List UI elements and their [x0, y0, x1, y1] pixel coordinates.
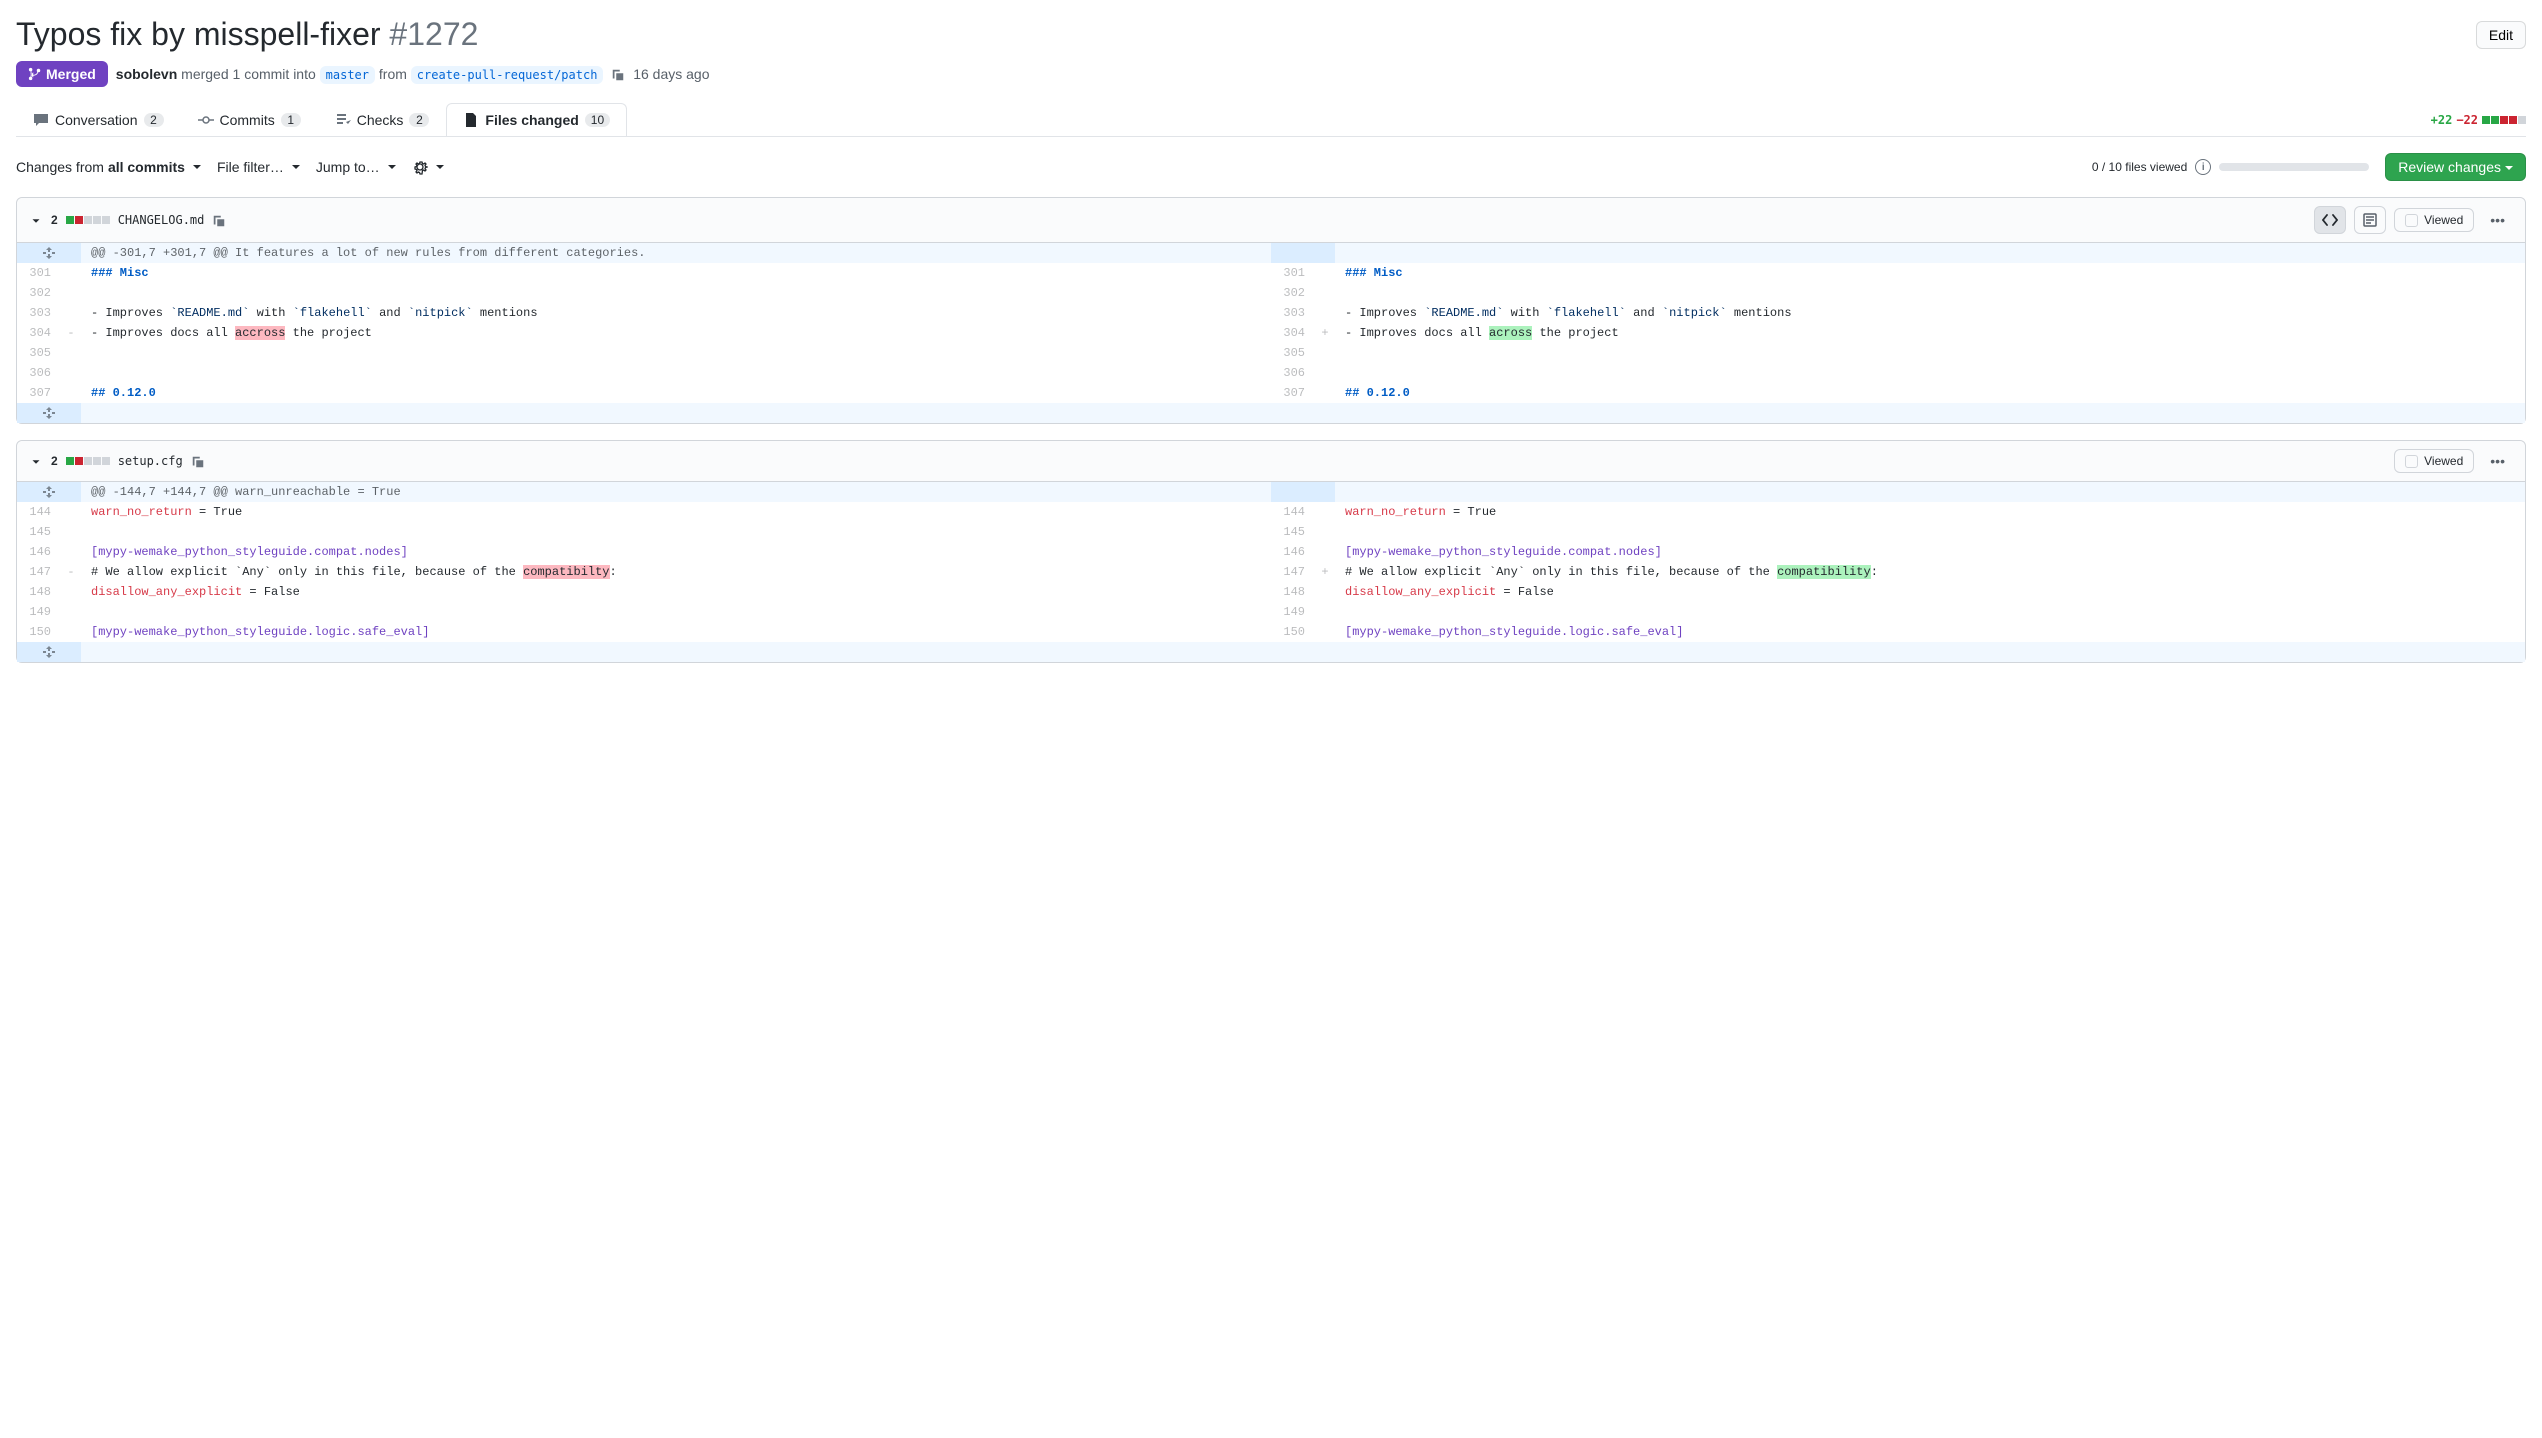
file-diff-count: 2 — [51, 454, 58, 468]
source-view-button[interactable] — [2314, 206, 2346, 234]
diff-line-context: 306306 — [17, 363, 2525, 383]
changes-from-dropdown[interactable]: Changes from all commits — [16, 159, 201, 175]
base-branch[interactable]: master — [320, 66, 375, 84]
merge-meta: sobolevn merged 1 commit into master fro… — [116, 66, 710, 82]
tab-conversation[interactable]: Conversation 2 — [16, 103, 181, 136]
tab-commits[interactable]: Commits 1 — [181, 103, 318, 136]
file-diffstat-blocks — [66, 216, 110, 224]
viewed-toggle[interactable]: Viewed — [2394, 208, 2474, 232]
hunk-header: @@ -144,7 +144,7 @@ warn_unreachable = T… — [17, 482, 2525, 502]
file-diff: 2 CHANGELOG.md Viewed ••• @@ -301,7 +301… — [16, 197, 2526, 424]
tab-files-changed[interactable]: Files changed 10 — [446, 103, 627, 136]
expand-icon[interactable] — [17, 482, 81, 502]
file-menu-button[interactable]: ••• — [2482, 208, 2513, 232]
merge-icon — [28, 67, 42, 81]
rich-view-button[interactable] — [2354, 206, 2386, 234]
edit-button[interactable]: Edit — [2476, 21, 2526, 49]
hunk-footer — [17, 403, 2525, 423]
diff-table: @@ -144,7 +144,7 @@ warn_unreachable = T… — [17, 482, 2525, 662]
collapse-file-button[interactable] — [29, 212, 43, 228]
info-icon[interactable]: i — [2195, 159, 2211, 175]
checklist-icon — [335, 112, 351, 128]
copy-path-button[interactable] — [191, 453, 205, 469]
hunk-footer — [17, 642, 2525, 662]
diff-table: @@ -301,7 +301,7 @@ It features a lot of… — [17, 243, 2525, 423]
diff-line-change: 147-# We allow explicit `Any` only in th… — [17, 562, 2525, 582]
diff-line-context: 150[mypy-wemake_python_styleguide.logic.… — [17, 622, 2525, 642]
merge-time: 16 days ago — [633, 66, 709, 82]
copy-icon[interactable] — [611, 68, 625, 82]
copy-path-button[interactable] — [212, 212, 226, 228]
commit-icon — [198, 112, 214, 128]
actor-link[interactable]: sobolevn — [116, 66, 177, 82]
file-menu-button[interactable]: ••• — [2482, 449, 2513, 473]
diff-line-context: 148disallow_any_explicit = False148disal… — [17, 582, 2525, 602]
viewed-checkbox[interactable] — [2405, 214, 2418, 227]
tab-checks[interactable]: Checks 2 — [318, 103, 447, 136]
diff-line-change: 304-- Improves docs all accross the proj… — [17, 323, 2525, 343]
diff-line-context: 144warn_no_return = True144warn_no_retur… — [17, 502, 2525, 522]
diff-line-context: 301### Misc301### Misc — [17, 263, 2525, 283]
file-diff: 2 setup.cfg Viewed ••• @@ -144,7 +144,7 … — [16, 440, 2526, 663]
hunk-header: @@ -301,7 +301,7 @@ It features a lot of… — [17, 243, 2525, 263]
file-diff-count: 2 — [51, 213, 58, 227]
file-diffstat-blocks — [66, 457, 110, 465]
jump-to-dropdown[interactable]: Jump to… — [316, 159, 396, 175]
expand-icon[interactable] — [17, 403, 81, 423]
state-badge: Merged — [16, 61, 108, 87]
file-diff-icon — [463, 112, 479, 128]
diff-line-context: 307## 0.12.0307## 0.12.0 — [17, 383, 2525, 403]
viewed-toggle[interactable]: Viewed — [2394, 449, 2474, 473]
file-name[interactable]: setup.cfg — [118, 454, 183, 468]
diff-line-context: 305305 — [17, 343, 2525, 363]
expand-icon[interactable] — [17, 243, 81, 263]
collapse-file-button[interactable] — [29, 453, 43, 469]
pr-title: Typos fix by misspell-fixer #1272 — [16, 16, 478, 53]
diff-line-context: 146[mypy-wemake_python_styleguide.compat… — [17, 542, 2525, 562]
expand-icon[interactable] — [17, 642, 81, 662]
head-branch[interactable]: create-pull-request/patch — [411, 66, 604, 84]
review-changes-button[interactable]: Review changes — [2385, 153, 2526, 181]
viewed-checkbox[interactable] — [2405, 455, 2418, 468]
file-filter-dropdown[interactable]: File filter… — [217, 159, 300, 175]
total-diffstat: +22 −22 — [2431, 113, 2526, 127]
comment-icon — [33, 112, 49, 128]
diff-line-context: 149149 — [17, 602, 2525, 622]
diff-settings-dropdown[interactable] — [412, 159, 444, 175]
files-viewed-text: 0 / 10 files viewed — [2092, 160, 2187, 174]
gear-icon — [412, 159, 428, 175]
files-viewed-progress — [2219, 163, 2369, 171]
pr-number: #1272 — [389, 16, 478, 52]
diff-line-context: 302302 — [17, 283, 2525, 303]
diff-line-context: 303- Improves `README.md` with `flakehel… — [17, 303, 2525, 323]
file-name[interactable]: CHANGELOG.md — [118, 213, 205, 227]
diff-line-context: 145145 — [17, 522, 2525, 542]
